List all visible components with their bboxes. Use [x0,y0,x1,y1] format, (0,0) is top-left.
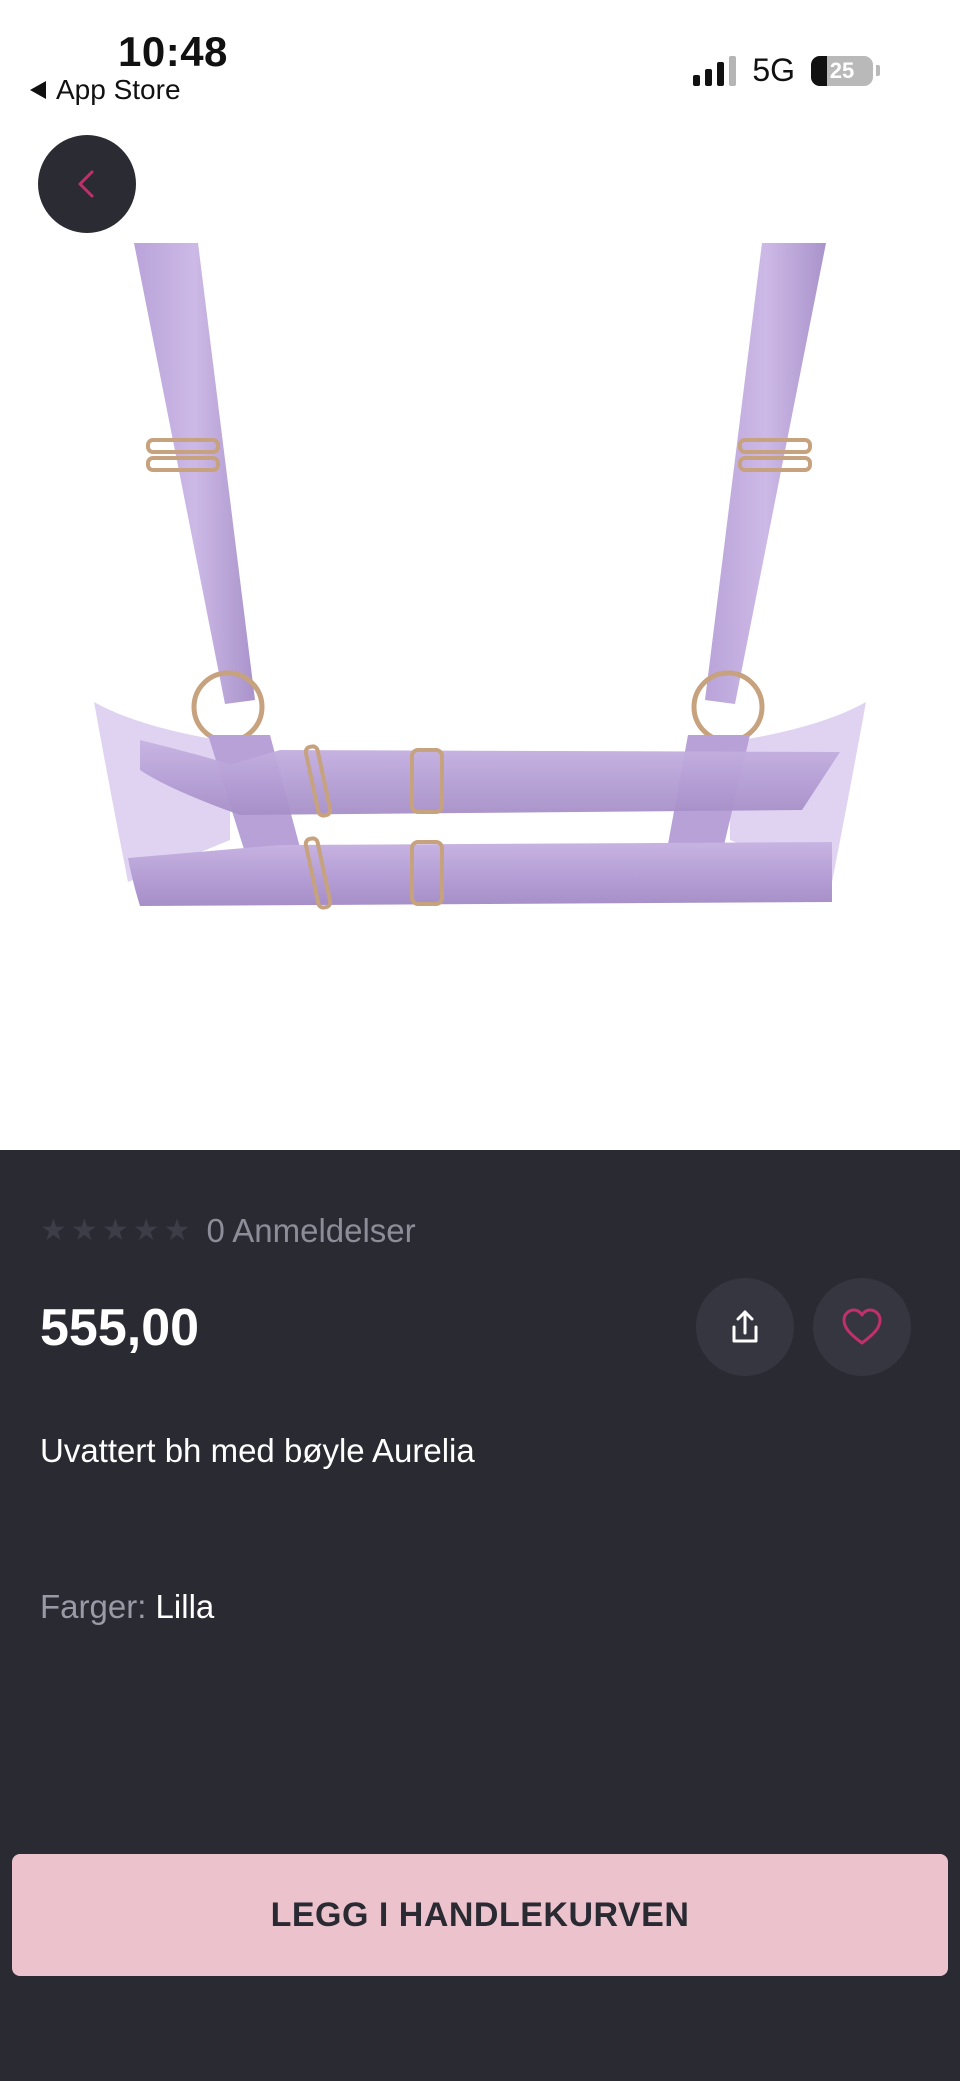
chevron-left-icon [78,170,94,198]
back-button[interactable] [38,135,136,233]
product-title: Uvattert bh med bøyle Aurelia [40,1432,475,1469]
star-icon: ★ [40,1214,67,1247]
share-button[interactable] [696,1278,794,1376]
reviews-count[interactable]: 0 Anmeldelser [207,1212,416,1250]
colors-value: Lilla [155,1588,215,1625]
product-details: ★ ★ ★ ★ ★ 0 Anmeldelser 555,00 Uvattert … [0,1150,960,2081]
product-price: 555,00 [40,1299,200,1357]
battery-level: 25 [829,57,855,83]
favorite-button[interactable] [813,1278,911,1376]
signal-icon [693,55,737,86]
status-time: 10:48 [118,28,228,75]
network-label: 5G [752,52,795,88]
star-icon: ★ [101,1214,129,1247]
back-to-app-store[interactable]: App Store [30,74,181,106]
rating-row[interactable]: ★ ★ ★ ★ ★ 0 Anmeldelser [40,1212,416,1250]
product-colors: Farger: Lilla [40,1588,214,1626]
share-icon [732,1310,758,1343]
battery-icon: 25 [811,55,873,86]
heart-icon [842,1308,882,1345]
rating-stars: ★ ★ ★ ★ ★ [40,1216,191,1246]
product-image-area: 10:48 App Store 5G 25 [0,0,960,1150]
star-icon: ★ [70,1214,98,1247]
back-triangle-icon [30,81,46,99]
star-icon: ★ [163,1214,191,1247]
star-icon: ★ [132,1214,160,1247]
battery-tip [876,65,880,76]
back-app-label: App Store [56,74,181,105]
colors-label: Farger: [40,1588,147,1625]
add-to-cart-button[interactable]: LEGG I HANDLEKURVEN [12,1854,948,1976]
status-indicators: 5G 25 [693,52,880,89]
product-bra-image[interactable] [80,230,880,920]
